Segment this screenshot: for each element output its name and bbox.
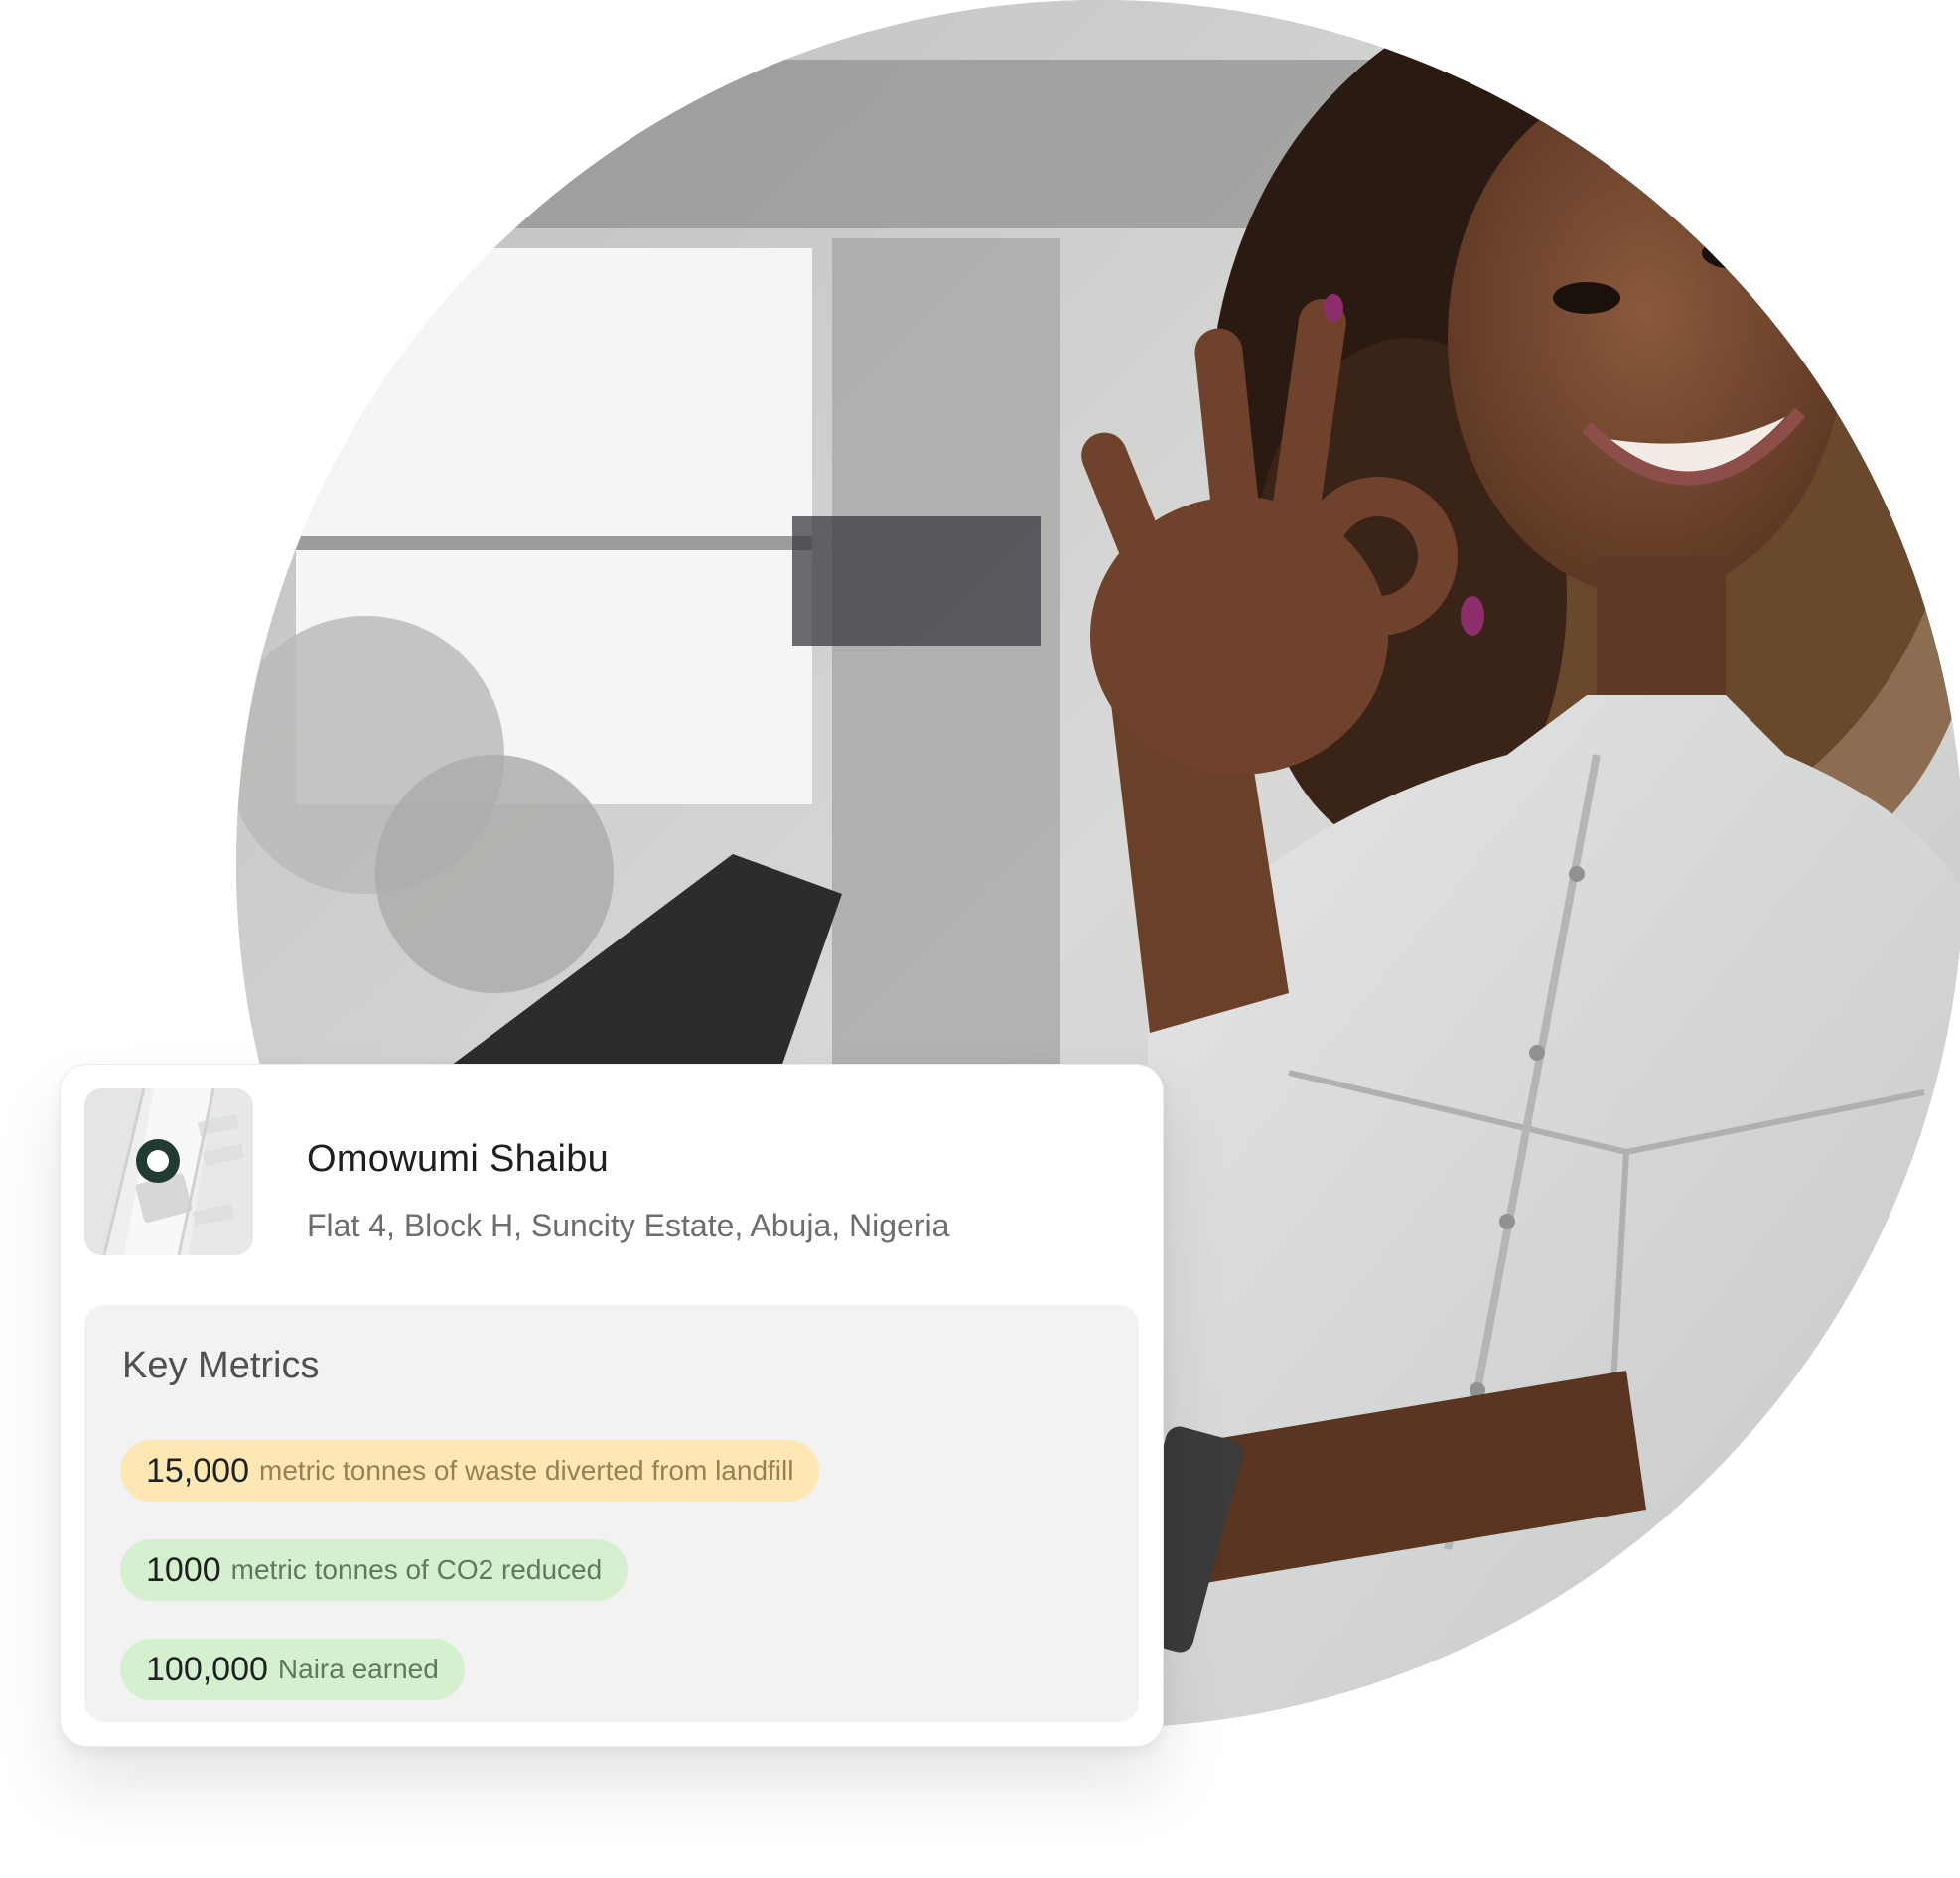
metric-label: metric tonnes of CO2 reduced: [230, 1554, 603, 1585]
user-name: Omowumi Shaibu: [307, 1138, 610, 1180]
metric-label: metric tonnes of waste diverted from lan…: [259, 1455, 794, 1486]
metric-waste-diverted: 15,000 metric tonnes of waste diverted f…: [120, 1440, 820, 1502]
metric-value: 1000: [146, 1550, 221, 1589]
metric-value: 100,000: [146, 1650, 268, 1688]
map-thumbnail[interactable]: [84, 1088, 253, 1255]
metric-label: Naira earned: [277, 1654, 439, 1684]
profile-card: Omowumi Shaibu Flat 4, Block H, Suncity …: [60, 1064, 1164, 1747]
profile-header: Omowumi Shaibu Flat 4, Block H, Suncity …: [84, 1088, 1139, 1257]
user-address: Flat 4, Block H, Suncity Estate, Abuja, …: [307, 1208, 950, 1243]
location-pin-icon: [136, 1139, 180, 1183]
metric-co2-reduced: 1000 metric tonnes of CO2 reduced: [120, 1539, 629, 1601]
key-metrics-panel: Key Metrics 15,000 metric tonnes of wast…: [84, 1305, 1139, 1722]
key-metrics-title: Key Metrics: [122, 1345, 320, 1386]
metric-value: 15,000: [146, 1451, 249, 1490]
metric-naira-earned: 100,000 Naira earned: [120, 1639, 465, 1700]
